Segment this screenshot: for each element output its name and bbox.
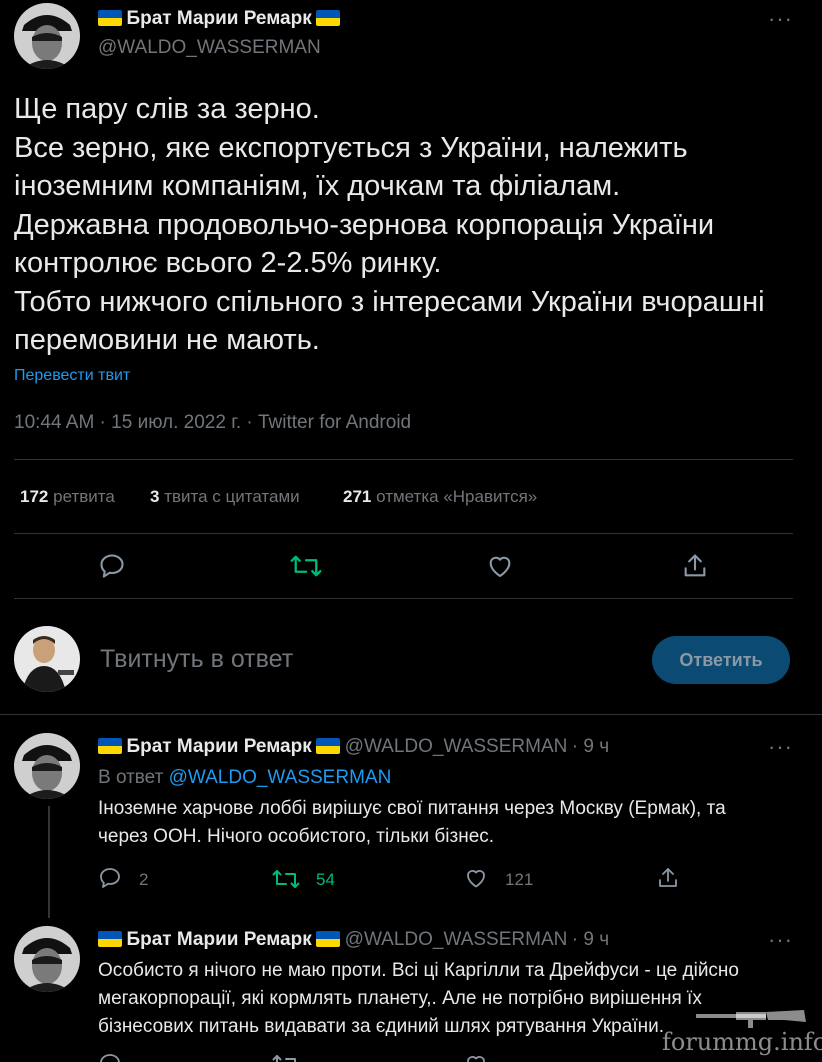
reply-icon[interactable] (98, 552, 126, 580)
retweet-count: 54 (316, 870, 335, 889)
divider (0, 714, 822, 715)
reply-icon[interactable] (98, 866, 122, 890)
site-watermark: forummg.info (662, 1028, 822, 1056)
reply-avatar[interactable] (14, 733, 80, 799)
ukraine-flag-icon (98, 10, 122, 26)
divider (14, 459, 793, 460)
in-reply-handle[interactable]: @WALDO_WASSERMAN (169, 767, 392, 788)
author-name-row[interactable]: Брат Марии Ремарк (98, 8, 341, 30)
like-count: 121 (505, 870, 534, 889)
more-icon[interactable]: ··· (768, 734, 793, 760)
reply-header[interactable]: Брат Марии Ремарк @WALDO_WASSERMAN · 9 ч (98, 929, 609, 951)
reply-author-handle[interactable]: @WALDO_WASSERMAN (345, 736, 568, 757)
retweet-icon[interactable] (272, 1052, 300, 1062)
like-icon[interactable] (464, 1052, 488, 1062)
ukraine-flag-icon (316, 10, 341, 26)
quotes-stat[interactable]: 3 твита с цитатами (150, 487, 300, 507)
rifle-watermark-icon (696, 1010, 806, 1028)
retweet-icon[interactable] (272, 867, 300, 891)
share-icon[interactable] (656, 866, 680, 890)
translate-link[interactable]: Перевести твит (14, 367, 130, 385)
ukraine-flag-icon (98, 738, 122, 754)
more-icon[interactable]: ··· (768, 6, 793, 32)
reply-text: Іноземне харчове лоббі вирішує свої пита… (98, 798, 726, 847)
more-icon[interactable]: ··· (768, 927, 793, 953)
reply-icon[interactable] (98, 1052, 122, 1062)
tweet-meta[interactable]: 10:44 AM · 15 июл. 2022 г. · Twitter for… (14, 412, 411, 434)
in-reply-to: В ответ @WALDO_WASSERMAN (98, 767, 392, 788)
reply-author-handle[interactable]: @WALDO_WASSERMAN (345, 929, 568, 950)
reply-input[interactable]: Твитнуть в ответ (100, 645, 293, 674)
ukraine-flag-icon (98, 931, 122, 947)
reply-time[interactable]: · 9 ч (572, 929, 609, 950)
author-name[interactable]: Брат Марии Ремарк (126, 8, 311, 29)
reply-author-name[interactable]: Брат Марии Ремарк (126, 929, 311, 950)
like-icon[interactable] (486, 552, 514, 580)
ukraine-flag-icon (316, 931, 341, 947)
likes-stat[interactable]: 271 отметка «Нравится» (343, 487, 537, 507)
retweets-stat[interactable]: 172 ретвита (20, 487, 115, 507)
like-icon[interactable] (464, 866, 488, 890)
divider (14, 533, 793, 534)
retweet-icon[interactable] (290, 552, 322, 580)
author-handle[interactable]: @WALDO_WASSERMAN (98, 37, 321, 59)
ukraine-flag-icon (316, 738, 341, 754)
tweet-text: Ще пару слів за зерно. Все зерно, яке ек… (14, 93, 765, 356)
thread-line (48, 806, 50, 918)
reply-count: 2 (139, 870, 149, 889)
reply-button[interactable]: Ответить (652, 636, 790, 684)
user-avatar[interactable] (14, 626, 80, 692)
divider (14, 598, 793, 599)
reply-time[interactable]: · 9 ч (572, 736, 609, 757)
reply-avatar[interactable] (14, 926, 80, 992)
reply-author-name[interactable]: Брат Марии Ремарк (126, 736, 311, 757)
author-avatar[interactable] (14, 3, 80, 69)
share-icon[interactable] (681, 552, 709, 580)
reply-header[interactable]: Брат Марии Ремарк @WALDO_WASSERMAN · 9 ч (98, 736, 609, 758)
